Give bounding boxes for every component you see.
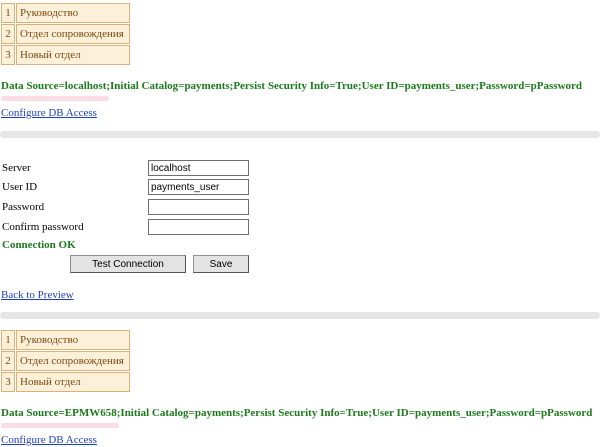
user-id-input[interactable] bbox=[148, 179, 249, 195]
table-row: 3 Новый отдел bbox=[1, 372, 130, 392]
department-name: Руководство bbox=[16, 3, 130, 23]
top-department-table: 1 Руководство 2 Отдел сопровождения 3 Но… bbox=[0, 2, 131, 66]
department-name: Отдел сопровождения bbox=[16, 351, 130, 371]
table-row: 1 Руководство bbox=[1, 3, 130, 23]
department-name: Новый отдел bbox=[16, 372, 130, 392]
table-row: 3 Новый отдел bbox=[1, 45, 130, 65]
confirm-password-input[interactable] bbox=[148, 219, 249, 235]
server-label: Server bbox=[2, 162, 31, 174]
section-separator bbox=[0, 312, 600, 319]
highlight-bar bbox=[1, 423, 119, 428]
table-row: 2 Отдел сопровождения bbox=[1, 24, 130, 44]
department-name: Отдел сопровождения bbox=[16, 24, 130, 44]
table-row: 2 Отдел сопровождения bbox=[1, 351, 130, 371]
configure-db-access-link[interactable]: Configure DB Access bbox=[1, 107, 97, 119]
department-number: 1 bbox=[1, 330, 15, 350]
configure-db-access-link[interactable]: Configure DB Access bbox=[1, 434, 97, 446]
highlight-bar bbox=[1, 96, 109, 101]
department-name: Новый отдел bbox=[16, 45, 130, 65]
department-number: 1 bbox=[1, 3, 15, 23]
connection-status: Connection OK bbox=[2, 239, 76, 251]
connection-string: Data Source=localhost;Initial Catalog=pa… bbox=[1, 80, 583, 92]
save-button[interactable]: Save bbox=[193, 255, 249, 273]
test-connection-button[interactable]: Test Connection bbox=[70, 255, 186, 273]
section-separator bbox=[0, 131, 600, 138]
department-number: 3 bbox=[1, 372, 15, 392]
back-to-preview-link[interactable]: Back to Preview bbox=[1, 289, 74, 301]
bottom-department-table: 1 Руководство 2 Отдел сопровождения 3 Но… bbox=[0, 329, 131, 393]
password-label: Password bbox=[2, 201, 45, 213]
department-number: 2 bbox=[1, 351, 15, 371]
table-row: 1 Руководство bbox=[1, 330, 130, 350]
department-name: Руководство bbox=[16, 330, 130, 350]
server-input[interactable] bbox=[148, 160, 249, 176]
password-input[interactable] bbox=[148, 199, 249, 215]
user-id-label: User ID bbox=[2, 181, 38, 193]
department-number: 2 bbox=[1, 24, 15, 44]
connection-string: Data Source=EPMW658;Initial Catalog=paym… bbox=[1, 407, 593, 419]
confirm-password-label: Confirm password bbox=[2, 221, 84, 233]
department-number: 3 bbox=[1, 45, 15, 65]
